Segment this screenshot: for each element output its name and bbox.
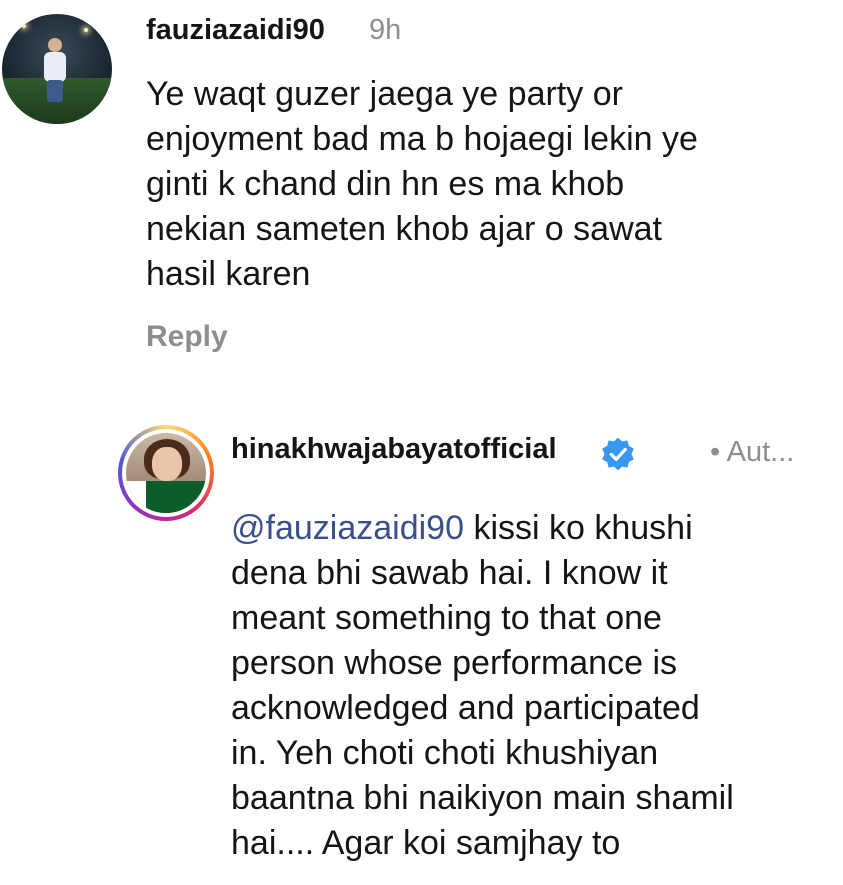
avatar-light: [84, 28, 88, 32]
avatar-figure-head: [48, 38, 62, 52]
avatar-light: [22, 24, 26, 28]
comment-username[interactable]: fauziazaidi90: [146, 14, 325, 47]
author-label: • Aut...: [710, 436, 795, 468]
avatar-flag: [126, 481, 206, 513]
reply-button[interactable]: Reply: [146, 320, 228, 354]
avatar: [122, 429, 210, 517]
avatar-face: [152, 447, 182, 481]
avatar-figure-body: [44, 52, 66, 82]
verified-badge-icon: [602, 437, 634, 471]
avatar[interactable]: [2, 14, 112, 124]
avatar-figure-legs: [47, 80, 63, 102]
comment-time: 9h: [369, 14, 402, 46]
mention-link[interactable]: @fauziazaidi90: [231, 509, 464, 547]
comment-text: Ye waqt guzer jaega ye party or enjoymen…: [146, 75, 698, 293]
reply-text: @fauziazaidi90 kissi ko khushi dena bhi …: [231, 506, 831, 866]
reply-text-body: kissi ko khushi dena bhi sawab hai. I kn…: [231, 509, 734, 862]
story-ring-avatar[interactable]: [118, 425, 214, 521]
reply-username[interactable]: hinakhwajabayatofficial: [231, 433, 557, 466]
